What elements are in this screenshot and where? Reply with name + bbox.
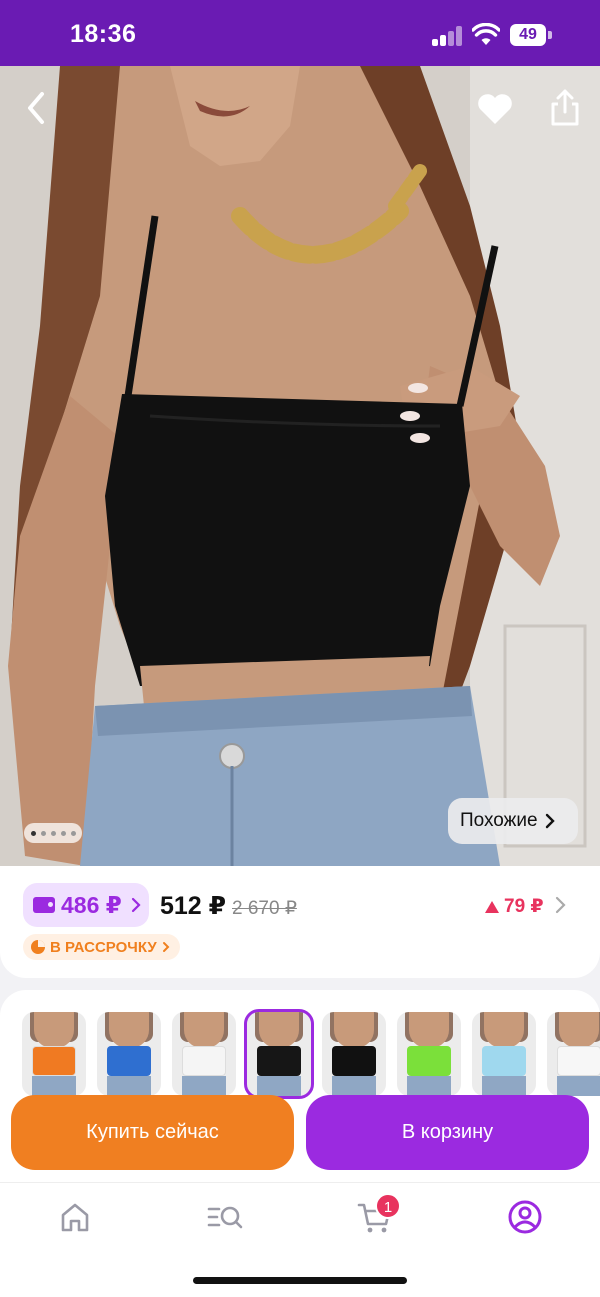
wifi-icon: [472, 23, 500, 45]
thumb-jeans: [107, 1076, 151, 1096]
chevron-right-icon: [545, 813, 555, 829]
back-icon[interactable]: [20, 88, 52, 128]
color-variant-thumb-black-long[interactable]: [322, 1012, 386, 1096]
status-time: 18:36: [70, 20, 137, 48]
profile-icon[interactable]: [505, 1197, 545, 1237]
color-variant-thumb-white[interactable]: [172, 1012, 236, 1096]
battery-tip: [548, 31, 552, 39]
thumb-skin: [484, 1012, 524, 1048]
thumb-top: [107, 1046, 151, 1076]
add-to-cart-button[interactable]: В корзину: [306, 1095, 589, 1170]
home-indicator: [193, 1277, 407, 1284]
thumb-skin: [409, 1012, 449, 1048]
wallet-price: 486 ₽: [61, 891, 122, 918]
thumb-skin: [259, 1012, 299, 1048]
thumb-top: [482, 1046, 526, 1076]
thumb-jeans: [557, 1076, 600, 1096]
wallet-icon: [33, 897, 55, 913]
chevron-right-icon[interactable]: [553, 895, 567, 915]
buy-now-button[interactable]: Купить сейчас: [11, 1095, 294, 1170]
triangle-up-icon: [485, 900, 499, 913]
pie-chart-icon: [31, 940, 45, 954]
chevron-right-icon: [162, 942, 170, 952]
color-variant-thumb-black[interactable]: [244, 1009, 314, 1099]
thumb-jeans: [482, 1076, 526, 1096]
thumb-skin: [184, 1012, 224, 1048]
thumb-jeans: [332, 1076, 376, 1096]
thumb-skin: [109, 1012, 149, 1048]
color-variant-thumb-blue[interactable]: [97, 1012, 161, 1096]
color-variant-thumb-green[interactable]: [397, 1012, 461, 1096]
color-variant-thumb-orange[interactable]: [22, 1012, 86, 1096]
color-variants-list: [22, 1009, 600, 1099]
chevron-right-icon: [131, 897, 141, 913]
current-price: 512 ₽: [160, 892, 227, 920]
thumb-jeans: [182, 1076, 226, 1096]
thumb-skin: [334, 1012, 374, 1048]
wallet-price-badge[interactable]: 486 ₽: [23, 883, 149, 927]
share-icon[interactable]: [548, 88, 582, 128]
installment-badge[interactable]: В РАССРОЧКУ: [23, 934, 180, 960]
thumb-jeans: [257, 1076, 301, 1096]
thumb-top: [557, 1046, 600, 1076]
home-icon[interactable]: [55, 1197, 95, 1237]
thumb-top: [332, 1046, 376, 1076]
bonus-points[interactable]: 79 ₽: [484, 895, 544, 918]
old-price: 2 670 ₽: [232, 898, 297, 919]
color-variant-thumb-white-long[interactable]: [547, 1012, 600, 1096]
cart-count-badge: 1: [375, 1193, 401, 1219]
gallery-page-indicator: [24, 823, 82, 843]
thumb-skin: [34, 1012, 74, 1048]
thumb-top: [257, 1046, 301, 1076]
product-screen: 18:36 49 Похожие 486 ₽ 512 ₽ 2 670 ₽ 79 …: [0, 0, 600, 1297]
battery-indicator: 49: [510, 24, 546, 46]
thumb-skin: [559, 1012, 599, 1048]
signal-icon: [432, 26, 464, 46]
similar-products-label: Похожие: [460, 810, 538, 831]
thumb-jeans: [407, 1076, 451, 1096]
catalog-search-icon[interactable]: [205, 1197, 245, 1237]
thumb-jeans: [32, 1076, 76, 1096]
installment-label: В РАССРОЧКУ: [50, 938, 157, 956]
bonus-value: 79 ₽: [504, 896, 544, 917]
thumb-top: [407, 1046, 451, 1076]
status-bar: 18:36 49: [0, 0, 600, 66]
similar-products-button[interactable]: Похожие: [448, 798, 578, 844]
thumb-top: [182, 1046, 226, 1076]
product-photo-gallery[interactable]: Похожие: [0, 66, 600, 866]
favorite-heart-icon[interactable]: [476, 92, 514, 126]
thumb-top: [32, 1046, 76, 1076]
product-photo: [0, 66, 600, 866]
color-variant-thumb-light-blue[interactable]: [472, 1012, 536, 1096]
price-card: 486 ₽ 512 ₽ 2 670 ₽ 79 ₽ В РАССРОЧКУ: [0, 866, 600, 978]
